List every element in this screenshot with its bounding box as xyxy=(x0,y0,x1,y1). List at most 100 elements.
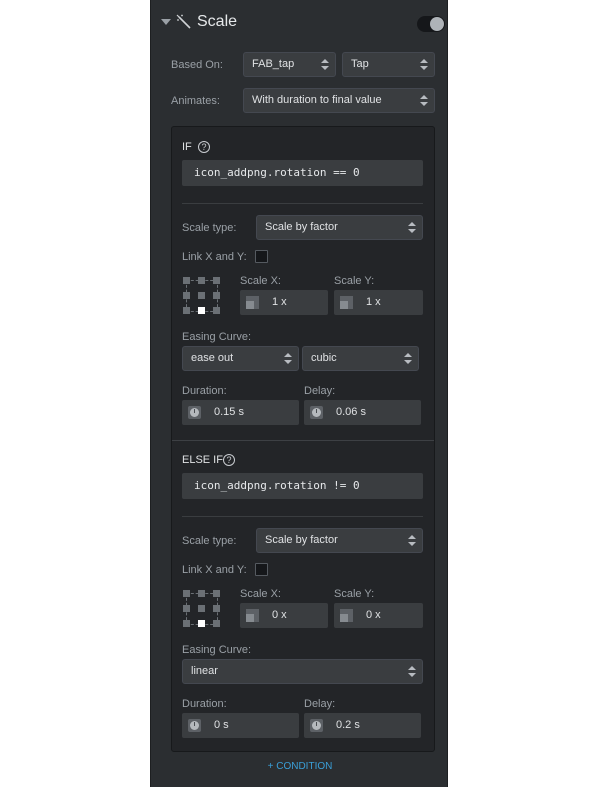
scale-icon xyxy=(340,609,353,622)
scale-type-select[interactable]: Scale by factor xyxy=(256,528,423,553)
scale-x-field[interactable]: 0 x xyxy=(240,603,328,628)
clock-icon xyxy=(310,406,323,419)
scale-icon xyxy=(246,296,259,309)
delay-field[interactable]: 0.2 s xyxy=(304,713,421,738)
add-condition-button[interactable]: + CONDITION xyxy=(151,761,449,772)
anchor-dot-selected[interactable] xyxy=(198,620,205,627)
anchor-dot[interactable] xyxy=(213,590,220,597)
anchor-dot[interactable] xyxy=(213,605,220,612)
select-arrows-icon xyxy=(420,59,428,71)
based-on-layer-value: FAB_tap xyxy=(252,58,295,70)
else-if-expression-input[interactable]: icon_addpng.rotation != 0 xyxy=(182,473,423,499)
clock-icon xyxy=(310,719,323,732)
anchor-dot[interactable] xyxy=(183,307,190,314)
duration-field[interactable]: 0.15 s xyxy=(182,400,299,425)
duration-field[interactable]: 0 s xyxy=(182,713,299,738)
based-on-layer-select[interactable]: FAB_tap xyxy=(243,52,336,77)
based-on-label: Based On: xyxy=(171,59,223,71)
scale-y-field[interactable]: 0 x xyxy=(334,603,423,628)
anchor-dot[interactable] xyxy=(183,277,190,284)
easing-select[interactable]: ease out xyxy=(182,346,299,371)
anchor-dot[interactable] xyxy=(198,277,205,284)
help-icon[interactable]: ? xyxy=(223,454,235,466)
select-arrows-icon xyxy=(408,535,416,547)
animates-value: With duration to final value xyxy=(252,94,382,106)
scale-x-field[interactable]: 1 x xyxy=(240,290,328,315)
easing-type-value: cubic xyxy=(311,352,337,364)
scale-x-label: Scale X: xyxy=(240,275,281,287)
clock-icon xyxy=(188,406,201,419)
scale-type-label: Scale type: xyxy=(182,535,237,547)
anchor-dot[interactable] xyxy=(213,620,220,627)
scale-y-label: Scale Y: xyxy=(334,275,375,287)
easing-curve-label: Easing Curve: xyxy=(182,331,252,343)
else-if-label: ELSE IF xyxy=(182,454,223,466)
duration-value: 0 s xyxy=(214,719,229,731)
scale-properties-panel: Scale Based On: FAB_tap Tap Animates: Wi… xyxy=(150,0,448,787)
collapse-caret-icon[interactable] xyxy=(161,19,171,25)
based-on-event-value: Tap xyxy=(351,58,369,70)
condition-separator xyxy=(172,440,434,441)
select-arrows-icon xyxy=(321,59,329,71)
delay-value: 0.2 s xyxy=(336,719,360,731)
scale-x-value: 1 x xyxy=(272,296,287,308)
if-expression-input[interactable]: icon_addpng.rotation == 0 xyxy=(182,160,423,186)
scale-y-value: 0 x xyxy=(366,609,381,621)
select-arrows-icon xyxy=(284,353,292,365)
wand-icon xyxy=(176,14,191,29)
conditions-container: IF ? icon_addpng.rotation == 0 Scale typ… xyxy=(171,126,435,752)
anchor-dot-selected[interactable] xyxy=(198,307,205,314)
anchor-dot[interactable] xyxy=(213,292,220,299)
animates-select[interactable]: With duration to final value xyxy=(243,88,435,113)
toggle-knob xyxy=(430,17,444,31)
scale-x-label: Scale X: xyxy=(240,588,281,600)
duration-label: Duration: xyxy=(182,698,227,710)
scale-x-value: 0 x xyxy=(272,609,287,621)
select-arrows-icon xyxy=(408,222,416,234)
delay-label: Delay: xyxy=(304,385,336,397)
link-xy-checkbox[interactable] xyxy=(255,563,268,576)
panel-title: Scale xyxy=(197,13,238,30)
if-label: IF xyxy=(182,141,192,153)
anchor-point-picker[interactable] xyxy=(183,277,221,315)
anchor-dot[interactable] xyxy=(198,605,205,612)
scale-icon xyxy=(340,296,353,309)
scale-type-select[interactable]: Scale by factor xyxy=(256,215,423,240)
link-xy-label: Link X and Y: xyxy=(182,564,247,576)
select-arrows-icon xyxy=(420,95,428,107)
easing-type-select[interactable]: cubic xyxy=(302,346,419,371)
easing-curve-label: Easing Curve: xyxy=(182,644,252,656)
help-icon[interactable]: ? xyxy=(198,141,210,153)
select-arrows-icon xyxy=(404,353,412,365)
scale-type-label: Scale type: xyxy=(182,222,237,234)
anchor-dot[interactable] xyxy=(198,590,205,597)
based-on-event-select[interactable]: Tap xyxy=(342,52,435,77)
anchor-dot[interactable] xyxy=(213,277,220,284)
easing-value: linear xyxy=(191,665,218,677)
scale-type-value: Scale by factor xyxy=(265,221,338,233)
duration-value: 0.15 s xyxy=(214,406,244,418)
anchor-point-picker[interactable] xyxy=(183,590,221,628)
scale-y-label: Scale Y: xyxy=(334,588,375,600)
anchor-dot[interactable] xyxy=(198,292,205,299)
anchor-dot[interactable] xyxy=(183,292,190,299)
anchor-dot[interactable] xyxy=(183,590,190,597)
anchor-dot[interactable] xyxy=(183,620,190,627)
link-xy-checkbox[interactable] xyxy=(255,250,268,263)
scale-type-value: Scale by factor xyxy=(265,534,338,546)
clock-icon xyxy=(188,719,201,732)
select-arrows-icon xyxy=(408,666,416,678)
enable-toggle[interactable] xyxy=(417,16,445,32)
divider xyxy=(182,203,423,204)
delay-field[interactable]: 0.06 s xyxy=(304,400,421,425)
easing-select[interactable]: linear xyxy=(182,659,423,684)
scale-y-field[interactable]: 1 x xyxy=(334,290,423,315)
duration-label: Duration: xyxy=(182,385,227,397)
link-xy-label: Link X and Y: xyxy=(182,251,247,263)
anchor-dot[interactable] xyxy=(183,605,190,612)
anchor-dot[interactable] xyxy=(213,307,220,314)
easing-value: ease out xyxy=(191,352,234,364)
panel-header: Scale xyxy=(151,0,449,48)
delay-value: 0.06 s xyxy=(336,406,366,418)
scale-icon xyxy=(246,609,259,622)
